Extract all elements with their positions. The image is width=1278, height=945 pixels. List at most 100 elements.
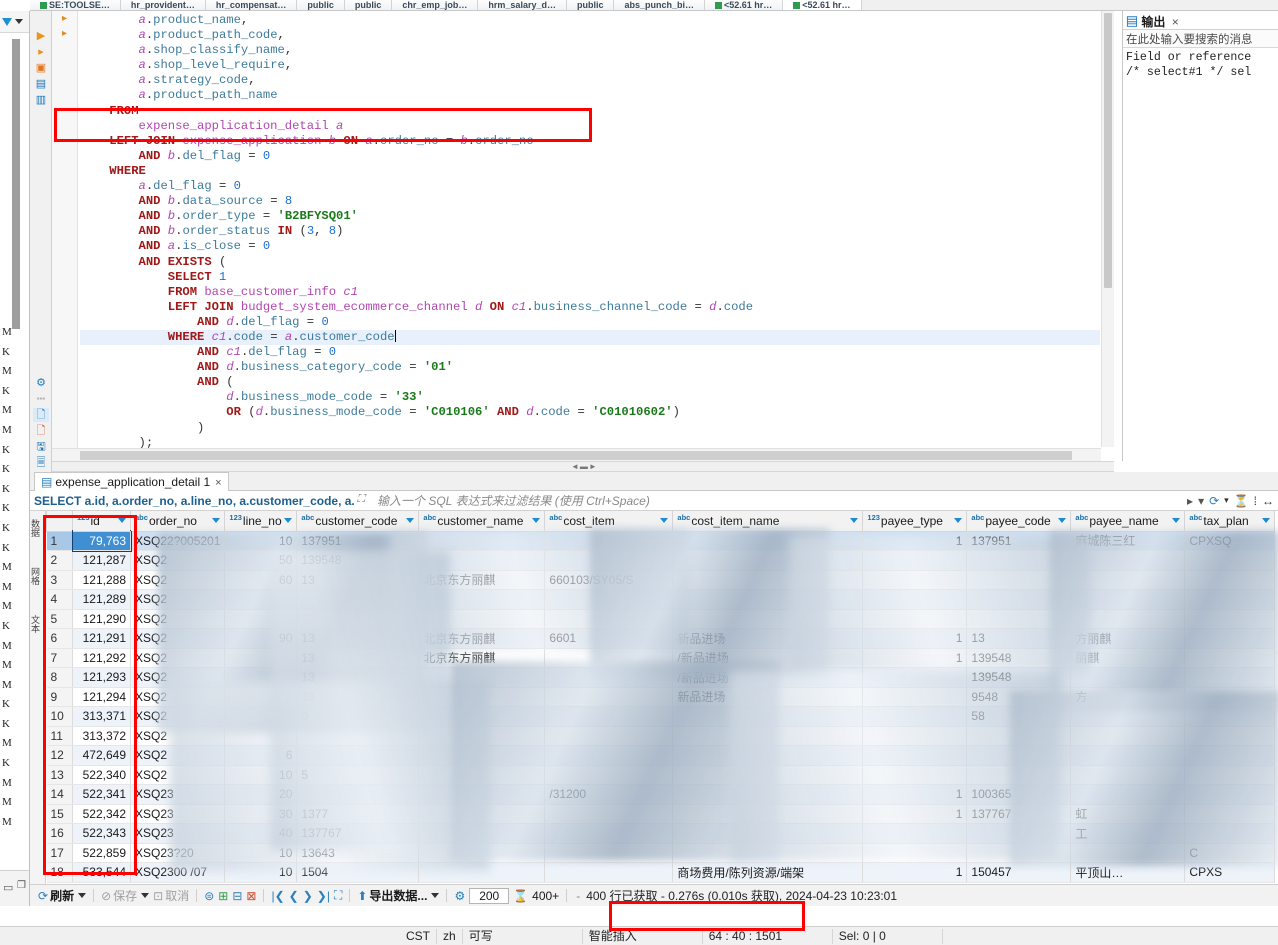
gutter-marker[interactable] [52,132,77,147]
grid-cell-payee_code[interactable] [966,823,1072,844]
delete-row-icon[interactable]: ⊠ [246,889,256,903]
grid-cell-payee_code[interactable] [966,843,1072,863]
grid-cell-order_no[interactable]: XSQ2 [130,726,226,746]
navigator-list-item[interactable]: M [0,734,29,754]
grid-column-header-cost_item_name[interactable]: abccost_item_name [672,511,864,532]
explain-plan-icon[interactable]: ▤ [33,77,49,91]
grid-cell-order_no[interactable]: XSQ22?005201 [130,531,226,551]
sql-line[interactable]: AND a.is_close = 0 [80,239,1100,254]
gutter-marker[interactable] [52,207,77,222]
sql-line[interactable]: a.product_path_code, [80,28,1100,43]
export-dropdown-caret-icon[interactable] [431,893,440,898]
editor-tab-9[interactable]: <52.61 hr… [704,0,784,10]
grid-cell-cost_item_name[interactable]: /新品进场 [672,667,864,688]
grid-cell-payee_type[interactable] [862,589,968,610]
grid-cell-tax_plan[interactable] [1184,667,1276,688]
column-sort-caret-icon[interactable] [1058,518,1067,523]
grid-cell-id[interactable]: 79,763 [71,530,132,552]
save-script-icon[interactable]: 🖫 [33,440,49,454]
grid-cell-cost_item_name[interactable] [672,784,864,805]
column-sort-caret-icon[interactable] [1262,518,1271,523]
gutter-marker[interactable] [52,71,77,86]
grid-cell-order_no[interactable]: XSQ2 [130,589,226,610]
sql-line[interactable]: AND d.business_category_code = '01' [80,360,1100,375]
grid-cell-line_no[interactable]: 10 [224,765,298,785]
sql-line[interactable]: AND b.del_flag = 0 [80,149,1100,164]
grid-cell-customer_name[interactable] [418,862,546,883]
grid-column-header-order_no[interactable]: abcorder_no [129,511,226,532]
grid-cell-payee_code[interactable]: 100365 [966,784,1072,805]
grid-cell-customer_name[interactable]: 北京东方丽麒 [418,648,546,668]
grid-cell-payee_name[interactable]: 工 [1070,823,1186,844]
grid-cell-payee_code[interactable] [966,609,1072,629]
grid-column-header-customer_code[interactable]: abccustomer_code [296,511,420,532]
results-grid[interactable]: 123id abcorder_no 123line_no abccustomer_co… [46,511,1276,883]
gutter-marker[interactable] [52,388,77,403]
column-sort-caret-icon[interactable] [1172,518,1181,523]
row-number-cell[interactable]: 3 [46,570,73,590]
table-row[interactable]: 17 522,859 XSQ23?20 10 13643 C [46,843,1276,863]
gutter-marker[interactable] [52,222,77,237]
row-number-cell[interactable]: 12 [46,745,73,766]
navigator-list-item[interactable]: K [0,754,29,774]
gear-icon[interactable]: ⚙ [33,376,49,390]
grid-column-header-id[interactable]: 123id [72,511,131,532]
grid-cell-id[interactable]: 472,649 [72,745,131,766]
grid-cell-cost_item[interactable] [544,589,674,610]
table-row[interactable]: 2 121,287 XSQ2 50 139548 [46,550,1276,571]
row-number-cell[interactable]: 6 [46,628,73,649]
navigator-list-item[interactable]: K [0,480,29,500]
filter-actions[interactable]: ▸ ▾ ⟳ ▾ ⏳ ⁞ ↔ [1187,494,1278,508]
grid-cell-payee_type[interactable]: 1 [862,804,968,824]
gutter-marker[interactable] [52,41,77,56]
column-sort-caret-icon[interactable] [954,518,963,523]
refresh-caret-icon[interactable]: ▾ [1224,495,1229,506]
grid-cell-customer_name[interactable] [418,726,546,746]
grid-cell-tax_plan[interactable]: CPXSQ [1184,531,1276,551]
row-number-cell[interactable]: 5 [46,609,73,629]
editor-vscroll-thumb[interactable] [1104,13,1112,288]
grid-cell-customer_code[interactable]: 1504 [296,862,420,883]
grid-cell-line_no[interactable]: 10 [224,862,298,883]
gutter-marker[interactable] [52,403,77,418]
grid-cell-customer_name[interactable] [418,843,546,863]
results-rail-tab-0[interactable]: 数据 [30,515,40,537]
grid-column-header-tax_plan[interactable]: abctax_plan [1184,511,1276,532]
grid-rownum-header[interactable] [46,511,73,532]
grid-cell-id[interactable]: 121,293 [72,667,131,688]
gutter-marker[interactable] [52,313,77,328]
editor-tab-6[interactable]: hrm_salary_d… [478,0,567,10]
grid-cell-id[interactable]: 313,371 [72,706,131,727]
grid-cell-line_no[interactable] [224,706,298,727]
grid-cell-payee_name[interactable] [1070,745,1186,766]
grid-cell-customer_name[interactable] [418,550,546,571]
navigator-list-item[interactable]: M [0,578,29,598]
editor-tab-4[interactable]: public [344,0,393,10]
grid-cell-id[interactable]: 121,294 [72,687,131,707]
grid-cell-tax_plan[interactable]: C [1184,843,1276,863]
results-rail-tab-1[interactable]: 网格 [30,563,40,585]
grid-cell-tax_plan[interactable] [1184,823,1276,844]
editor-hscroll-thumb[interactable] [80,451,1072,460]
grid-cell-payee_name[interactable] [1070,550,1186,571]
grid-cell-order_no[interactable]: XSQ2 [130,765,226,785]
sql-line[interactable]: d.business_mode_code = '33' [80,390,1100,405]
panels-icon[interactable]: ⁞ [1254,494,1257,508]
grid-cell-cost_item_name[interactable] [672,804,864,824]
grid-cell-payee_name[interactable] [1070,843,1186,863]
grid-cell-id[interactable]: 522,340 [72,765,131,785]
navigator-list-item[interactable]: M [0,774,29,794]
grid-cell-id[interactable]: 121,290 [72,609,131,629]
grid-cell-payee_name[interactable] [1070,609,1186,629]
grid-cell-customer_name[interactable] [418,823,546,844]
fetch-all-icon[interactable]: ⛶ [334,888,342,903]
navigator-list-item[interactable]: M [0,421,29,441]
save-button[interactable]: ⊘ 保存 [101,887,137,904]
grid-cell-cost_item_name[interactable]: 新品进场 [672,687,864,707]
results-filter-bar[interactable]: SELECT a.id, a.order_no, a.line_no, a.cu… [30,491,1278,511]
grid-cell-id[interactable]: 121,287 [72,550,131,571]
grid-cell-cost_item_name[interactable] [672,726,864,746]
grid-cell-payee_name[interactable] [1070,667,1186,688]
grid-cell-order_no[interactable]: XSQ2 [130,706,226,727]
sql-line[interactable]: expense_application_detail a [80,119,1100,134]
